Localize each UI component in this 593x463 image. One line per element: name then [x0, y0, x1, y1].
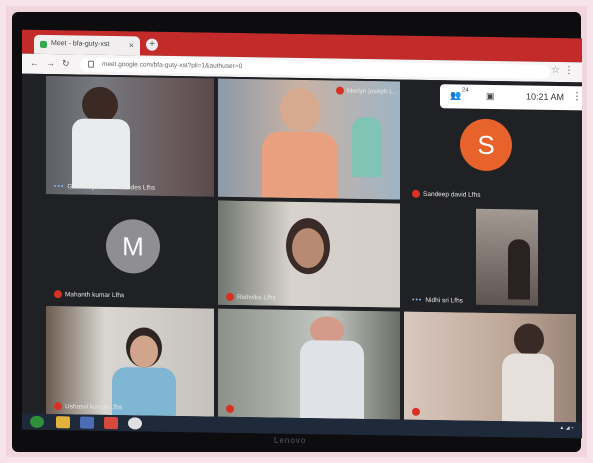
mic-off-icon: [226, 404, 234, 413]
participant-tile[interactable]: [218, 308, 400, 420]
participant-name-row: ••• Nidhi sri Lfhs: [412, 297, 463, 305]
participant-name: Ushasvi kumar Lfhs: [65, 402, 123, 411]
participant-tile[interactable]: Rishvika Lfhs: [218, 200, 400, 308]
participant-tile[interactable]: ••• Gotham joann Fernandes Lfhs: [46, 75, 214, 197]
meeting-clock: 10:21 AM: [526, 91, 565, 103]
monitor-bezel: Meet - bfa-guty-xst × + ← → ↻ meet.googl…: [12, 12, 582, 452]
participant-tile[interactable]: Merlyn joseph L... and 13 more: [218, 78, 400, 200]
mic-off-icon: [336, 86, 344, 95]
meet-grid: ••• Gotham joann Fernandes Lfhs Merlyn j…: [22, 73, 582, 439]
participant-name: Merlyn joseph L... and 13 more: [347, 87, 400, 96]
participant-figure: [502, 353, 554, 422]
mic-off-icon: [412, 189, 420, 198]
monitor-brand-logo: Lenovo: [274, 436, 307, 445]
browser-tab[interactable]: Meet - bfa-guty-xst ×: [34, 34, 140, 56]
participant-name-row: [226, 404, 237, 413]
participant-figure: [82, 86, 118, 124]
avatar: S: [460, 118, 512, 172]
participant-name: Mahanth kumar Lfhs: [65, 290, 125, 299]
mic-off-icon: [226, 292, 234, 301]
participant-name-row: Rishvika Lfhs: [226, 292, 276, 302]
participant-tile[interactable]: [404, 311, 576, 423]
participant-figure: [292, 227, 324, 269]
bookmark-star-icon[interactable]: ☆: [551, 65, 560, 76]
new-tab-button[interactable]: +: [146, 38, 158, 51]
meet-top-controls: 👥 24 ▣ 10:21 AM ⋮: [440, 84, 582, 111]
participant-name: Gotham joann Fernandes Lfhs: [67, 183, 156, 192]
speaking-indicator-icon: •••: [54, 183, 65, 191]
participant-figure: [130, 335, 158, 368]
more-options-icon[interactable]: ⋮: [572, 91, 582, 102]
screen: Meet - bfa-guty-xst × + ← → ↻ meet.googl…: [22, 29, 582, 439]
reload-icon[interactable]: ↻: [62, 58, 70, 69]
browser-icon[interactable]: [128, 417, 142, 430]
participant-name-row: [412, 407, 423, 416]
participant-name: Sandeep david Lfhs: [423, 190, 481, 199]
back-arrow-icon[interactable]: ←: [30, 58, 39, 68]
browser-menu-icon[interactable]: ⋮: [564, 65, 574, 76]
participant-name-row: Merlyn joseph L... and 13 more: [336, 86, 400, 97]
participant-name-row: Sandeep david Lfhs: [412, 189, 481, 199]
mic-off-icon: [412, 407, 420, 416]
taskbar-app-icon[interactable]: [104, 416, 118, 430]
participant-figure: [508, 239, 530, 300]
start-button-icon[interactable]: [30, 415, 44, 428]
participant-name: Rishvika Lfhs: [237, 293, 276, 302]
system-tray: ▲ ◢ ⌁: [559, 425, 574, 432]
participant-figure: [300, 339, 364, 419]
tab-title: Meet - bfa-guty-xst: [51, 40, 110, 48]
participant-count: 24: [462, 87, 469, 94]
participant-tile[interactable]: Ushasvi kumar Lfhs: [46, 305, 214, 417]
mic-off-icon: [54, 402, 62, 411]
avatar: M: [106, 218, 160, 274]
mic-off-icon: [54, 290, 62, 299]
participant-name-row: Ushasvi kumar Lfhs: [54, 402, 122, 411]
participant-figure: [262, 131, 338, 199]
close-tab-icon[interactable]: ×: [129, 40, 134, 50]
participant-name-row: Mahanth kumar Lfhs: [54, 290, 124, 299]
participant-figure: [280, 87, 320, 133]
participant-figure: [72, 118, 130, 190]
participant-name: Nidhi sri Lfhs: [425, 296, 463, 305]
chat-icon[interactable]: ▣: [486, 91, 495, 102]
url-text: meet.google.com/bfa-guty-xst?pli=1&authu…: [102, 60, 243, 71]
people-icon[interactable]: 👥: [450, 90, 461, 101]
participant-tile[interactable]: S Sandeep david Lfhs: [404, 107, 576, 205]
participant-figure: [352, 116, 382, 178]
participant-figure: [514, 323, 544, 356]
meet-favicon-icon: [40, 40, 47, 48]
lock-icon: [88, 60, 94, 68]
forward-arrow-icon[interactable]: →: [46, 58, 55, 68]
participant-tile[interactable]: ••• Nidhi sri Lfhs: [404, 203, 576, 311]
speaking-indicator-icon: •••: [412, 296, 423, 304]
taskbar-app-icon[interactable]: [80, 416, 94, 429]
folder-icon[interactable]: [56, 416, 70, 429]
participant-tile[interactable]: M Mahanth kumar Lfhs: [46, 197, 214, 305]
